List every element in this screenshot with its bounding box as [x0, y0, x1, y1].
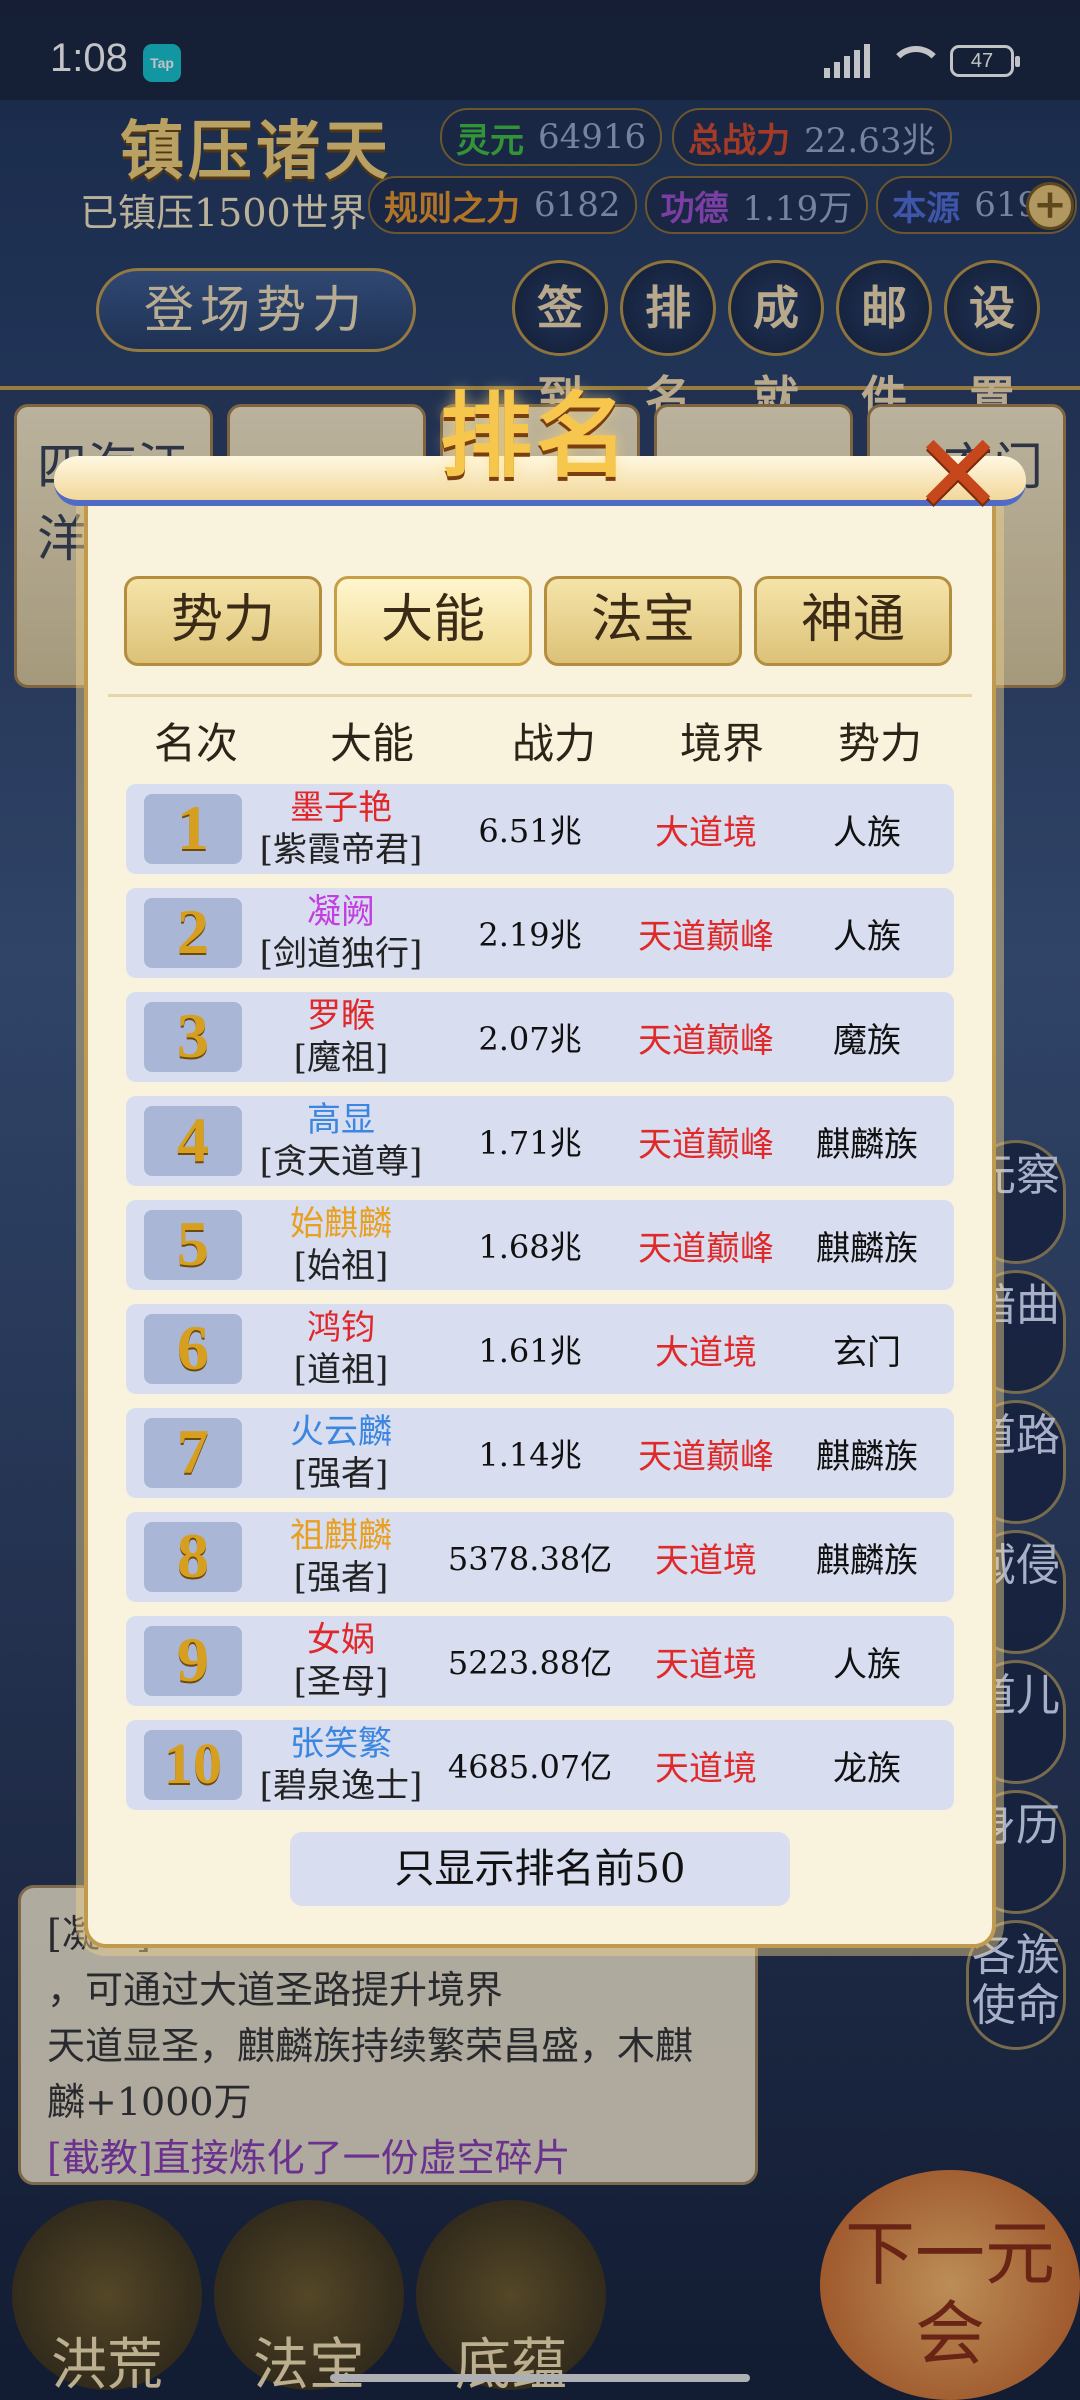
faction-value: 麒麟族 [816, 1436, 918, 1477]
table-row[interactable]: 7 火云麟 [强者] 1.14兆 天道巅峰 麒麟族 [126, 1408, 954, 1498]
faction-value: 人族 [833, 812, 901, 853]
rank-number: 7 [144, 1418, 242, 1488]
player-name: 高显 [307, 1100, 375, 1140]
realm-value: 天道境 [655, 1748, 757, 1789]
table-row[interactable]: 2 凝阙 [剑道独行] 2.19兆 天道巅峰 人族 [126, 888, 954, 978]
table-row[interactable]: 3 罗睺 [魔祖] 2.07兆 天道巅峰 魔族 [126, 992, 954, 1082]
realm-value: 天道巅峰 [638, 916, 774, 957]
faction-value: 魔族 [833, 1020, 901, 1061]
power-value: 6.51兆 [478, 812, 582, 850]
rank-number: 3 [144, 1002, 242, 1072]
header-name: 大能 [329, 719, 414, 768]
table-header: 名次 大能 战力 境界 势力 [108, 694, 972, 784]
power-value: 4685.07亿 [447, 1748, 613, 1786]
table-row[interactable]: 9 女娲 [圣母] 5223.88亿 天道境 人族 [126, 1616, 954, 1706]
player-title: [道祖] [293, 1350, 389, 1390]
power-value: 1.71兆 [478, 1124, 582, 1162]
player-title: [紫霞帝君] [259, 830, 423, 870]
power-value: 5378.38亿 [447, 1540, 613, 1578]
player-name: 祖麒麟 [290, 1516, 392, 1556]
header-rank: 名次 [153, 719, 238, 768]
power-value: 2.19兆 [478, 916, 582, 954]
player-name: 鸿钧 [307, 1308, 375, 1348]
tab-great-power[interactable]: 大能 [334, 576, 532, 666]
player-name: 始麒麟 [290, 1204, 392, 1244]
rank-number: 1 [144, 794, 242, 864]
faction-value: 人族 [833, 1644, 901, 1685]
tab-faction[interactable]: 势力 [124, 576, 322, 666]
player-title: [强者] [293, 1454, 389, 1494]
rank-number: 6 [144, 1314, 242, 1384]
header-realm: 境界 [679, 719, 764, 768]
close-icon[interactable]: ✕ [912, 419, 1004, 529]
realm-value: 天道巅峰 [638, 1020, 774, 1061]
table-row[interactable]: 5 始麒麟 [始祖] 1.68兆 天道巅峰 麒麟族 [126, 1200, 954, 1290]
player-title: [强者] [293, 1558, 389, 1598]
power-value: 1.68兆 [478, 1228, 582, 1266]
rank-number: 2 [144, 898, 242, 968]
rank-number: 9 [144, 1626, 242, 1696]
rank-number: 8 [144, 1522, 242, 1592]
ranking-list: 1 墨子艳 [紫霞帝君] 6.51兆 大道境 人族 2 凝阙 [剑道独行] 2.19… [126, 784, 954, 1824]
faction-value: 麒麟族 [816, 1124, 918, 1165]
player-title: [始祖] [293, 1246, 389, 1286]
power-value: 5223.88亿 [447, 1644, 613, 1682]
table-row[interactable]: 6 鸿钧 [道祖] 1.61兆 大道境 玄门 [126, 1304, 954, 1394]
player-name: 凝阙 [307, 892, 375, 932]
faction-value: 人族 [833, 916, 901, 957]
top50-notice: 只显示排名前50 [290, 1832, 790, 1906]
header-faction: 势力 [837, 719, 922, 768]
faction-value: 麒麟族 [816, 1540, 918, 1581]
rank-number: 4 [144, 1106, 242, 1176]
table-row[interactable]: 4 高显 [贪天道尊] 1.71兆 天道巅峰 麒麟族 [126, 1096, 954, 1186]
player-name: 女娲 [307, 1620, 375, 1660]
player-title: [贪天道尊] [259, 1142, 423, 1182]
realm-value: 天道境 [655, 1540, 757, 1581]
power-value: 1.61兆 [478, 1332, 582, 1370]
realm-value: 天道巅峰 [638, 1228, 774, 1269]
player-title: [剑道独行] [259, 934, 423, 974]
player-name: 墨子艳 [290, 788, 392, 828]
modal-title: 排名 [440, 382, 633, 490]
player-name: 张笑繁 [290, 1724, 392, 1764]
table-row[interactable]: 8 祖麒麟 [强者] 5378.38亿 天道境 麒麟族 [126, 1512, 954, 1602]
realm-value: 大道境 [655, 1332, 757, 1373]
table-row[interactable]: 10 张笑繁 [碧泉逸士] 4685.07亿 天道境 龙族 [126, 1720, 954, 1810]
realm-value: 天道巅峰 [638, 1124, 774, 1165]
power-value: 1.14兆 [478, 1436, 582, 1474]
table-row[interactable]: 1 墨子艳 [紫霞帝君] 6.51兆 大道境 人族 [126, 784, 954, 874]
rank-number: 10 [144, 1730, 242, 1800]
realm-value: 天道境 [655, 1644, 757, 1685]
player-title: [圣母] [293, 1662, 389, 1702]
player-title: [碧泉逸士] [259, 1766, 423, 1806]
realm-value: 大道境 [655, 812, 757, 853]
power-value: 2.07兆 [478, 1020, 582, 1058]
player-name: 罗睺 [307, 996, 375, 1036]
tab-treasure[interactable]: 法宝 [544, 576, 742, 666]
header-power: 战力 [511, 719, 596, 768]
player-name: 火云麟 [290, 1412, 392, 1452]
rank-number: 5 [144, 1210, 242, 1280]
player-title: [魔祖] [293, 1038, 389, 1078]
faction-value: 麒麟族 [816, 1228, 918, 1269]
faction-value: 龙族 [833, 1748, 901, 1789]
ranking-tabs: 势力 大能 法宝 神通 [124, 576, 952, 666]
realm-value: 天道巅峰 [638, 1436, 774, 1477]
faction-value: 玄门 [833, 1332, 901, 1373]
tab-divine-ability[interactable]: 神通 [754, 576, 952, 666]
